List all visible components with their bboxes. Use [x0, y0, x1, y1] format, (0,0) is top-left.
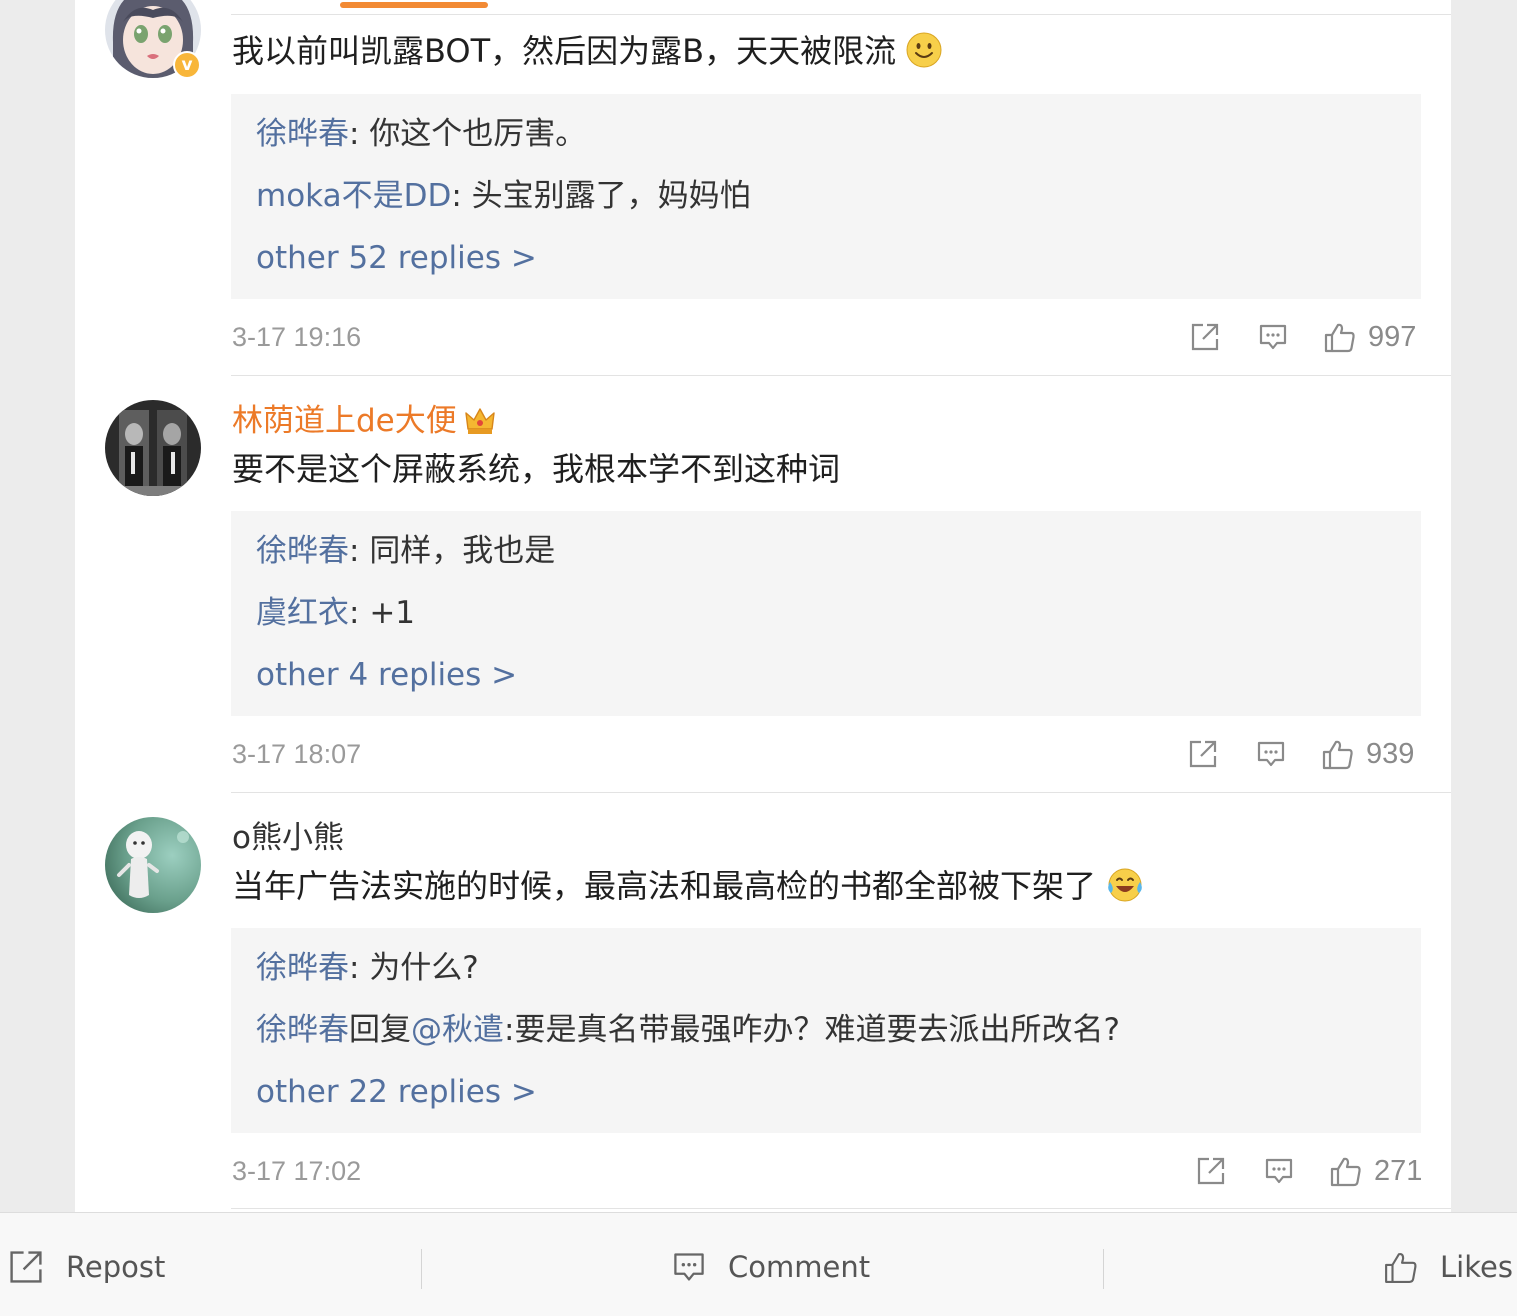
reply-item: 徐晔春: 同样，我也是 — [256, 533, 556, 569]
reply-item: moka不是DD: 头宝别露了，妈妈怕 — [256, 178, 751, 214]
username[interactable]: o熊小熊 — [232, 818, 344, 858]
smile-emoji-icon — [906, 32, 942, 77]
reply-item: 虞红衣: +1 — [256, 595, 416, 631]
repost-label: Repost — [66, 1250, 166, 1284]
avatar[interactable] — [105, 400, 201, 496]
timestamp: 3-17 17:02 — [232, 1156, 362, 1186]
comment-label: Comment — [728, 1250, 871, 1284]
reply-item: 徐晔春回复@秋遣:要是真名带最强咋办？难道要去派出所改名? — [256, 1012, 1120, 1048]
divider — [1103, 1249, 1104, 1289]
likes-button[interactable]: Likes — [1384, 1247, 1513, 1287]
divider — [231, 1208, 1451, 1209]
divider — [231, 792, 1451, 793]
reply-item: 徐晔春: 你这个也厉害。 — [256, 116, 587, 152]
reply-author[interactable]: moka不是DD — [256, 178, 451, 214]
crown-icon — [465, 405, 495, 445]
timestamp: 3-17 19:16 — [232, 322, 362, 352]
repost-icon[interactable] — [1188, 739, 1218, 769]
repost-icon[interactable] — [1190, 322, 1220, 352]
comment-icon[interactable] — [1264, 1156, 1294, 1186]
like-icon[interactable] — [1322, 738, 1353, 770]
username[interactable] — [232, 0, 412, 10]
username[interactable]: 林荫道上de大便 — [232, 401, 495, 445]
reply-author[interactable]: 徐晔春 — [256, 950, 349, 986]
verified-badge-icon: v — [173, 51, 201, 79]
avatar[interactable] — [105, 817, 201, 913]
like-count: 997 — [1368, 321, 1417, 353]
reply-author[interactable]: 徐晔春 — [256, 1012, 349, 1048]
like-icon[interactable] — [1330, 1155, 1361, 1187]
reply-box: 徐晔春: 你这个也厉害。 moka不是DD: 头宝别露了，妈妈怕 other 5… — [231, 94, 1421, 299]
more-replies-link[interactable]: other 22 replies > — [256, 1072, 537, 1112]
divider — [421, 1249, 422, 1289]
like-count: 939 — [1366, 738, 1415, 770]
reply-author[interactable]: 虞红衣 — [256, 595, 349, 631]
comment-button[interactable]: Comment — [672, 1247, 870, 1287]
bottom-action-bar: Repost Comment Likes — [0, 1212, 1517, 1316]
mention-link[interactable]: @秋遣 — [411, 1012, 504, 1048]
reply-author[interactable]: 徐晔春 — [256, 116, 349, 152]
like-icon — [1385, 1253, 1417, 1283]
reply-box: 徐晔春: 同样，我也是 虞红衣: +1 other 4 replies > — [231, 511, 1421, 716]
more-replies-link[interactable]: other 52 replies > — [256, 238, 537, 278]
reply-box: 徐晔春: 为什么? 徐晔春回复@秋遣:要是真名带最强咋办？难道要去派出所改名? … — [231, 928, 1421, 1133]
comment-icon[interactable] — [1256, 739, 1286, 769]
more-replies-link[interactable]: other 4 replies > — [256, 655, 517, 695]
comment-text: 当年广告法实施的时候，最高法和最高检的书都全部被下架了 — [232, 866, 1144, 912]
repost-button[interactable]: Repost — [8, 1247, 165, 1287]
reply-item: 徐晔春: 为什么? — [256, 950, 479, 986]
like-count: 271 — [1374, 1155, 1423, 1187]
laugh-cry-emoji-icon — [1106, 867, 1144, 912]
repost-icon[interactable] — [1196, 1156, 1226, 1186]
comment-icon — [674, 1253, 704, 1281]
divider — [231, 14, 1451, 15]
timestamp: 3-17 18:07 — [232, 739, 362, 769]
comment-icon[interactable] — [1258, 322, 1288, 352]
comment-text: 要不是这个屏蔽系统，我根本学不到这种词 — [232, 450, 841, 488]
comment-text: 我以前叫凯露BOT，然后因为露B，天天被限流 — [232, 31, 942, 77]
likes-label: Likes — [1440, 1250, 1513, 1284]
reply-author[interactable]: 徐晔春 — [256, 533, 349, 569]
repost-icon — [10, 1251, 42, 1283]
like-icon[interactable] — [1324, 321, 1355, 353]
divider — [231, 375, 1451, 376]
